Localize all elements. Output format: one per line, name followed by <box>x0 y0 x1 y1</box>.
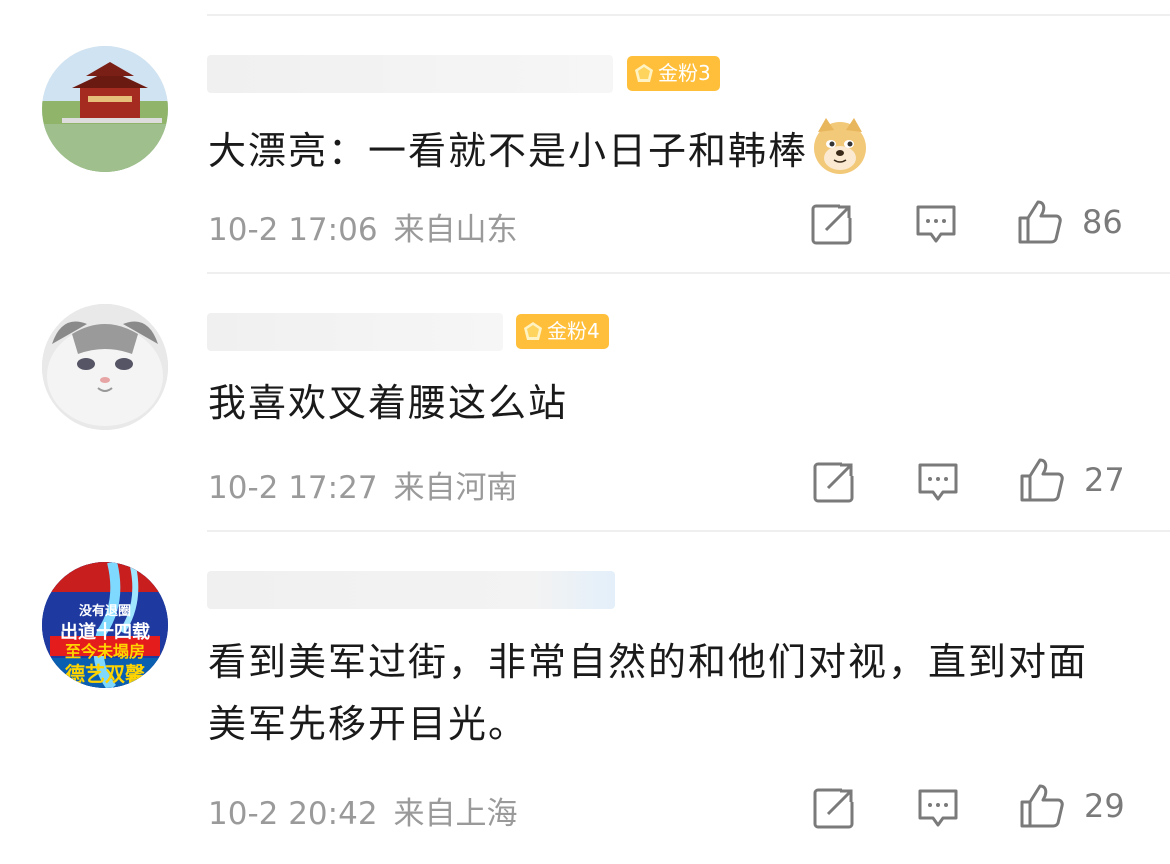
diamond-badge-icon <box>635 63 653 82</box>
comment-text: 大漂亮：一看就不是小日子和韩棒 <box>208 116 1110 182</box>
comment-text-content: 我喜欢叉着腰这么站 <box>208 381 569 425</box>
username-redacted[interactable] <box>207 571 615 609</box>
comment-meta: 10-2 20:42 来自上海 <box>208 788 518 833</box>
like-button[interactable]: 27 <box>1018 456 1125 504</box>
comment-button[interactable] <box>914 202 958 246</box>
repost-icon <box>813 462 854 503</box>
like-icon <box>1020 458 1064 502</box>
comment-meta: 10-2 17:06 来自山东 <box>208 204 518 249</box>
timestamp: 10-2 17:27 <box>208 470 378 506</box>
badge-label: 金粉4 <box>547 319 600 343</box>
comment-text: 我喜欢叉着腰这么站 <box>208 372 1110 434</box>
avatar-text-1: 没有退圈 <box>78 604 131 619</box>
username-redacted[interactable] <box>207 55 613 93</box>
comment-icon <box>916 205 956 243</box>
comment-divider <box>207 530 1170 532</box>
like-count: 27 <box>1084 461 1125 499</box>
location: 来自山东 <box>393 212 518 248</box>
comment-divider <box>207 272 1170 274</box>
doge-emoji <box>814 118 867 174</box>
timestamp: 10-2 20:42 <box>208 796 378 832</box>
badge-label: 金粉3 <box>658 61 711 85</box>
comment-button[interactable] <box>916 460 960 504</box>
fan-badge[interactable]: 金粉3 <box>627 56 720 91</box>
comment-text-content: 看到美军过街，非常自然的和他们对视，直到对面美军先移开目光。 <box>208 640 1089 746</box>
comment-text: 看到美军过街，非常自然的和他们对视，直到对面美军先移开目光。 <box>208 631 1088 755</box>
location: 来自上海 <box>393 796 518 832</box>
fan-badge[interactable]: 金粉4 <box>516 314 609 349</box>
comment-icon <box>918 789 958 827</box>
repost-icon <box>811 204 852 245</box>
diamond-badge-icon <box>524 321 542 340</box>
comment-icon <box>918 463 958 501</box>
repost-button[interactable] <box>812 460 856 504</box>
avatar[interactable] <box>42 46 168 172</box>
avatar[interactable] <box>42 304 168 430</box>
comment-button[interactable] <box>916 786 960 830</box>
like-button[interactable]: 86 <box>1016 198 1123 246</box>
avatar[interactable]: 没有退圈 出道十四载 至今未塌房 德艺双馨 <box>42 562 168 688</box>
like-icon <box>1020 784 1064 828</box>
location: 来自河南 <box>393 470 518 506</box>
repost-icon <box>813 788 854 829</box>
like-count: 86 <box>1082 203 1123 241</box>
like-button[interactable]: 29 <box>1018 782 1125 830</box>
comment-text-content: 大漂亮：一看就不是小日子和韩棒 <box>208 129 809 173</box>
repost-button[interactable] <box>810 202 854 246</box>
top-divider <box>207 14 1170 16</box>
repost-button[interactable] <box>812 786 856 830</box>
comment-meta: 10-2 17:27 来自河南 <box>208 462 518 507</box>
username-redacted[interactable] <box>207 313 503 351</box>
timestamp: 10-2 17:06 <box>208 212 378 248</box>
like-icon <box>1018 200 1062 244</box>
like-count: 29 <box>1084 787 1125 825</box>
avatar-text-4: 德艺双馨 <box>65 662 145 686</box>
